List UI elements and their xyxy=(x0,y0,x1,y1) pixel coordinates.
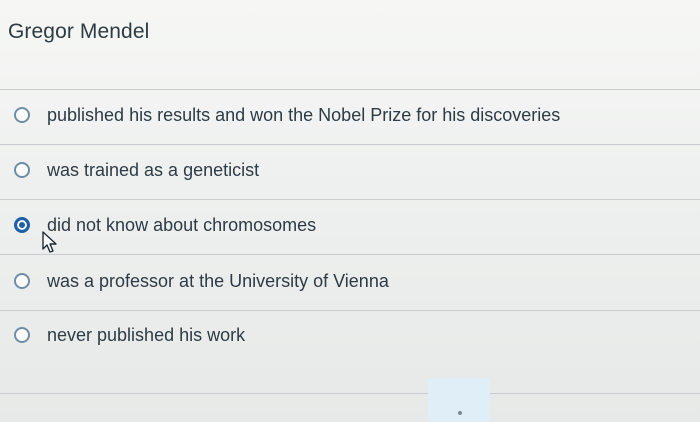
option-never-published[interactable]: never published his work xyxy=(14,320,245,350)
option-label: was trained as a geneticist xyxy=(47,159,260,180)
mouse-pointer-icon xyxy=(42,231,57,253)
option-label: never published his work xyxy=(47,324,246,345)
divider xyxy=(0,254,700,255)
divider xyxy=(0,89,700,90)
option-trained-geneticist[interactable]: was trained as a geneticist xyxy=(14,155,259,185)
radio-button-icon[interactable] xyxy=(14,107,30,123)
radio-button-icon[interactable] xyxy=(14,162,30,178)
divider xyxy=(0,144,700,145)
radio-button-icon[interactable] xyxy=(14,273,30,289)
divider xyxy=(0,199,700,200)
option-label: did not know about chromosomes xyxy=(47,214,317,235)
radio-button-icon[interactable] xyxy=(14,327,30,343)
divider xyxy=(0,310,700,311)
option-label: published his results and won the Nobel … xyxy=(47,104,561,125)
divider xyxy=(0,393,700,394)
radio-button-selected-icon[interactable] xyxy=(14,217,30,233)
option-professor-vienna[interactable]: was a professor at the University of Vie… xyxy=(14,266,389,296)
question-title: Gregor Mendel xyxy=(8,20,150,43)
page-footer-highlight xyxy=(428,378,490,422)
footer-dot xyxy=(458,411,462,415)
option-nobel-prize[interactable]: published his results and won the Nobel … xyxy=(14,100,560,130)
option-label: was a professor at the University of Vie… xyxy=(47,270,389,291)
